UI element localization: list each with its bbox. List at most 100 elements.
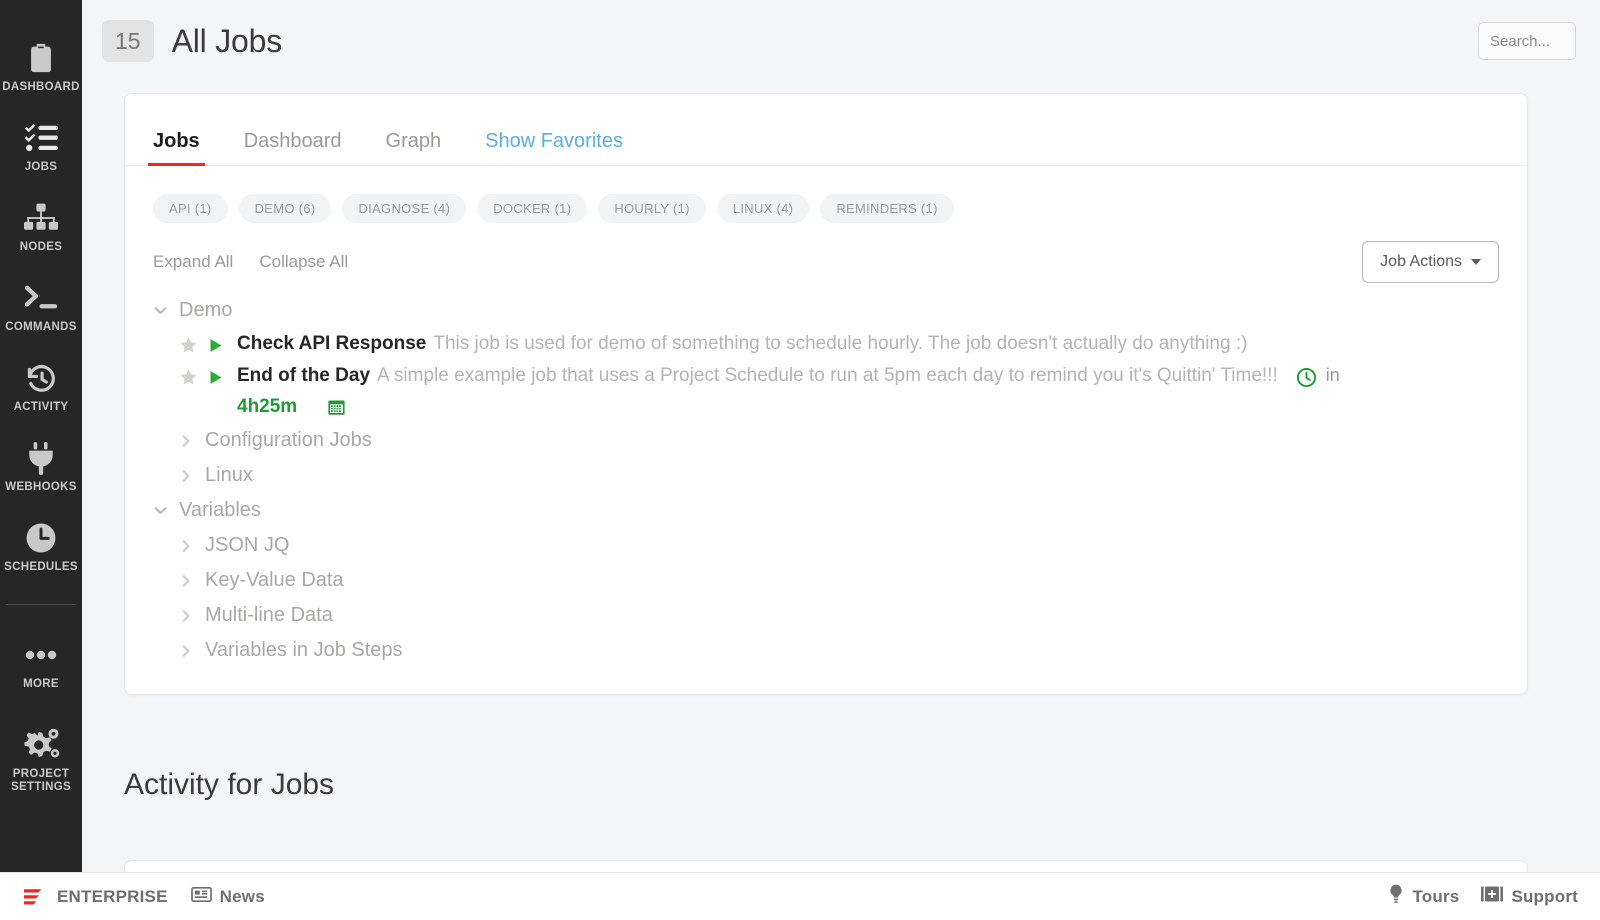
- news-label: News: [219, 886, 265, 906]
- sidebar-item-label: MORE: [23, 678, 59, 690]
- sidebar-item-label: SCHEDULES: [4, 561, 78, 573]
- tag-chip-hourly[interactable]: HOURLY (1): [598, 194, 706, 223]
- tag-chip-docker[interactable]: DOCKER (1): [477, 194, 588, 223]
- group-label: Variables: [179, 499, 261, 521]
- support-button[interactable]: Support: [1481, 885, 1578, 908]
- group-row-key-value-data[interactable]: Key-Value Data: [153, 563, 1499, 598]
- checklist-icon: [24, 118, 58, 158]
- group-row-configuration-jobs[interactable]: Configuration Jobs: [153, 423, 1499, 458]
- sidebar-item-more[interactable]: MORE: [0, 635, 82, 691]
- schedule-prefix: in: [1325, 365, 1340, 385]
- job-name[interactable]: Check API Response: [237, 333, 426, 355]
- group-row-linux[interactable]: Linux: [153, 458, 1499, 493]
- tag-chip-reminders[interactable]: REMINDERS (1): [820, 194, 954, 223]
- footer-left-group: ENTERPRISE News: [22, 886, 265, 908]
- chevron-down-icon: [153, 303, 179, 318]
- tab-jobs[interactable]: Jobs: [148, 130, 205, 166]
- favorite-star-icon[interactable]: [179, 365, 209, 387]
- job-description: A simple example job that uses a Project…: [377, 365, 1278, 386]
- chevron-right-icon: [179, 434, 205, 448]
- clipboard-icon: [24, 38, 58, 78]
- activity-section-title: Activity for Jobs: [124, 768, 335, 801]
- news-button[interactable]: News: [190, 886, 265, 908]
- rundeck-logo-icon: [22, 886, 46, 908]
- sidebar-item-dashboard[interactable]: DASHBOARD: [0, 38, 82, 94]
- group-row-demo[interactable]: Demo: [153, 293, 1499, 328]
- sidebar-item-webhooks[interactable]: WEBHOOKS: [0, 438, 82, 494]
- tours-label: Tours: [1412, 886, 1460, 906]
- tab-graph[interactable]: Graph: [386, 130, 442, 165]
- sitemap-icon: [24, 198, 58, 238]
- job-description: This job is used for demo of something t…: [433, 333, 1248, 354]
- chevron-down-icon: [1471, 259, 1481, 265]
- ellipsis-icon: [24, 635, 58, 675]
- run-job-play-icon[interactable]: [209, 333, 237, 353]
- search-input[interactable]: [1478, 22, 1576, 60]
- tag-chip-demo[interactable]: DEMO (6): [238, 194, 332, 223]
- job-count-badge: 15: [102, 20, 154, 62]
- collapse-all-button[interactable]: Collapse All: [259, 252, 348, 272]
- gears-icon: [22, 725, 60, 765]
- chevron-right-icon: [179, 644, 205, 658]
- job-name[interactable]: End of the Day: [237, 365, 370, 387]
- tag-filter-list: API (1) DEMO (6) DIAGNOSE (4) DOCKER (1)…: [125, 166, 1527, 223]
- calendar-icon[interactable]: [327, 398, 346, 417]
- sidebar-item-schedules[interactable]: SCHEDULES: [0, 518, 82, 574]
- enterprise-label: ENTERPRISE: [57, 886, 168, 906]
- group-label: JSON JQ: [205, 534, 290, 556]
- tab-dashboard[interactable]: Dashboard: [244, 130, 342, 165]
- schedule-detail-row: 4h25m: [179, 396, 1499, 418]
- schedule-countdown: 4h25m: [237, 396, 298, 417]
- page-title: All Jobs: [171, 22, 283, 59]
- schedule-clock-icon: [1296, 365, 1317, 388]
- footer-bar: ENTERPRISE News Tours Support: [0, 872, 1600, 920]
- sidebar-item-label: WEBHOOKS: [5, 481, 77, 493]
- chevron-right-icon: [179, 469, 205, 483]
- sidebar-item-label: ACTIVITY: [13, 401, 69, 413]
- expand-all-button[interactable]: Expand All: [153, 252, 233, 272]
- job-actions-button[interactable]: Job Actions: [1362, 241, 1499, 283]
- sidebar-item-label: JOBS: [24, 161, 58, 173]
- sidebar-item-label: PROJECT SETTINGS: [11, 768, 71, 793]
- sidebar-item-project-settings[interactable]: PROJECT SETTINGS: [0, 725, 82, 794]
- sidebar-item-activity[interactable]: ACTIVITY: [0, 358, 82, 414]
- chevron-down-icon: [153, 503, 179, 518]
- group-label: Multi-line Data: [205, 604, 333, 626]
- tag-chip-api[interactable]: API (1): [153, 194, 228, 223]
- run-job-play-icon[interactable]: [209, 365, 237, 385]
- sidebar-item-commands[interactable]: COMMANDS: [0, 278, 82, 334]
- chevron-right-icon: [179, 574, 205, 588]
- support-label: Support: [1511, 886, 1578, 906]
- terminal-icon: [23, 278, 59, 318]
- jobs-card: Jobs Dashboard Graph Show Favorites API …: [124, 93, 1528, 695]
- sidebar: DASHBOARD JOBS NODES COMMANDS ACTIVITY W…: [0, 0, 82, 892]
- group-row-multi-line-data[interactable]: Multi-line Data: [153, 598, 1499, 633]
- sidebar-item-jobs[interactable]: JOBS: [0, 118, 82, 174]
- tag-chip-linux[interactable]: LINUX (4): [716, 194, 810, 223]
- footer-right-group: Tours Support: [1388, 884, 1578, 909]
- group-row-variables-in-job-steps[interactable]: Variables in Job Steps: [153, 633, 1499, 668]
- group-row-variables[interactable]: Variables: [153, 493, 1499, 528]
- group-label: Linux: [205, 464, 253, 486]
- favorite-star-icon[interactable]: [179, 333, 209, 355]
- lightbulb-icon: [1388, 884, 1404, 909]
- clock-icon: [24, 518, 58, 558]
- sidebar-item-nodes[interactable]: NODES: [0, 198, 82, 254]
- sidebar-item-label: NODES: [19, 241, 63, 253]
- job-actions-label: Job Actions: [1380, 253, 1462, 270]
- tours-button[interactable]: Tours: [1388, 884, 1459, 909]
- chevron-right-icon: [179, 539, 205, 553]
- group-row-json-jq[interactable]: JSON JQ: [153, 528, 1499, 563]
- chevron-right-icon: [179, 609, 205, 623]
- group-label: Key-Value Data: [205, 569, 344, 591]
- history-clock-icon: [25, 358, 58, 398]
- support-kit-icon: [1481, 885, 1504, 908]
- group-label: Variables in Job Steps: [205, 639, 403, 661]
- sidebar-divider: [6, 604, 76, 605]
- tab-show-favorites[interactable]: Show Favorites: [485, 130, 623, 165]
- sidebar-item-label: COMMANDS: [5, 321, 77, 333]
- job-tree: Demo Check API Response This job is used…: [125, 283, 1527, 694]
- tree-toolbar: Expand All Collapse All Job Actions: [125, 223, 1527, 283]
- job-row: End of the Day A simple example job that…: [153, 360, 1499, 423]
- tag-chip-diagnose[interactable]: DIAGNOSE (4): [342, 194, 467, 223]
